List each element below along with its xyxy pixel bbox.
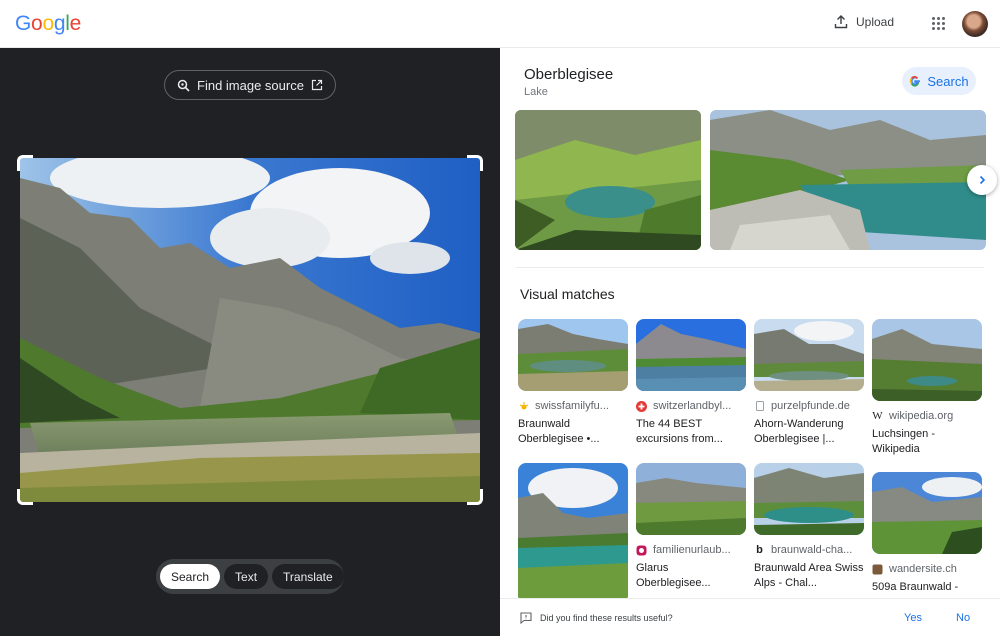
section-divider — [516, 267, 984, 268]
match-caption: Braunwald Oberblegisee •... — [518, 418, 600, 445]
match-caption: Braunwald Area Swiss Alps - Chal... — [754, 562, 864, 589]
visual-match-card[interactable]: familienurlaub... Glarus Oberblegisee... — [636, 463, 746, 591]
entity-image-2[interactable] — [710, 110, 986, 250]
feedback-question: Did you find these results useful? — [540, 613, 673, 623]
mode-switcher: Search Text Translate — [156, 559, 344, 594]
query-image-panel: Find image source Search Text Translate — [0, 48, 500, 636]
match-thumbnail — [754, 319, 864, 391]
entity-title[interactable]: Oberblegisee — [524, 66, 613, 83]
match-caption: Luchsingen - Wikipedia — [872, 428, 935, 455]
find-image-source-label: Find image source — [197, 77, 304, 93]
feedback-no-button[interactable]: No — [956, 612, 970, 624]
page-favicon-icon — [754, 401, 765, 412]
open-external-icon — [311, 79, 323, 91]
chevron-right-icon — [979, 175, 986, 185]
match-source: familienurlaub... — [653, 544, 731, 556]
match-thumbnail — [754, 463, 864, 535]
swiss-flag-icon — [636, 400, 647, 412]
tab-text[interactable]: Text — [224, 564, 269, 589]
match-caption: The 44 BEST excursions from... — [636, 418, 723, 445]
entity-image-1[interactable] — [515, 110, 701, 250]
site-favicon-icon: b — [756, 544, 763, 556]
results-panel: Oberblegisee Lake Search Visual matches … — [500, 48, 1000, 636]
apps-grid-icon[interactable] — [932, 17, 946, 31]
logo-letter: g — [53, 12, 66, 35]
visual-match-card[interactable]: wandersite.ch 509a Braunwald - — [872, 472, 982, 595]
tab-translate[interactable]: Translate — [272, 564, 344, 589]
query-photo — [20, 158, 480, 502]
visual-match-card[interactable]: Wwikipedia.org Luchsingen - Wikipedia — [872, 319, 982, 457]
match-caption: 509a Braunwald - — [872, 581, 959, 593]
upload-button[interactable]: Upload — [834, 15, 894, 29]
crop-handle-top-right[interactable] — [467, 155, 483, 171]
feedback-bar: Did you find these results useful? Yes N… — [500, 598, 1000, 636]
logo-letter: o — [42, 12, 54, 35]
search-chip-label: Search — [927, 73, 969, 89]
google-search-button[interactable]: Search — [902, 67, 976, 95]
crop-handle-bottom-left[interactable] — [17, 489, 33, 505]
find-image-source-button[interactable]: Find image source — [164, 70, 336, 100]
match-source: swissfamilyfu... — [535, 400, 609, 412]
match-thumbnail — [636, 463, 746, 535]
visual-match-card[interactable]: purzelpfunde.de Ahorn-Wanderung Oberbleg… — [754, 319, 864, 447]
crop-handle-top-left[interactable] — [17, 155, 33, 171]
top-bar: Google Upload — [0, 0, 1000, 48]
upload-label: Upload — [856, 15, 895, 29]
match-thumbnail — [518, 463, 628, 603]
site-favicon-icon — [518, 401, 529, 412]
avatar[interactable] — [962, 11, 988, 37]
visual-match-card[interactable]: swissfamilyfu... Braunwald Oberblegisee … — [518, 319, 628, 447]
entity-subtitle: Lake — [524, 86, 548, 98]
match-source: braunwald-cha... — [771, 544, 853, 556]
site-favicon-icon — [872, 564, 883, 575]
match-thumbnail — [636, 319, 746, 391]
match-thumbnail — [872, 319, 982, 401]
tab-search[interactable]: Search — [160, 564, 221, 589]
google-logo[interactable]: Google — [15, 12, 81, 36]
feedback-icon — [520, 612, 532, 624]
match-source: switzerlandbyl... — [653, 400, 732, 412]
logo-letter: o — [31, 12, 43, 35]
crop-handle-bottom-right[interactable] — [467, 489, 483, 505]
match-caption: Glarus Oberblegisee... — [636, 562, 711, 589]
match-source: purzelpfunde.de — [771, 400, 850, 412]
visual-match-card[interactable]: switzerlandbyl... The 44 BEST excursions… — [636, 319, 746, 447]
visual-matches-heading: Visual matches — [520, 286, 615, 302]
match-source: wikipedia.org — [889, 410, 954, 422]
match-thumbnail — [518, 319, 628, 391]
logo-letter: G — [15, 12, 32, 35]
match-caption: Ahorn-Wanderung Oberblegisee |... — [754, 418, 844, 445]
match-thumbnail — [872, 472, 982, 554]
wikipedia-icon: W — [872, 410, 883, 422]
lens-search-icon — [177, 79, 190, 92]
visual-match-card[interactable]: b braunwald-cha... Braunwald Area Swiss A… — [754, 463, 864, 591]
carousel-next-button[interactable] — [967, 165, 997, 195]
visual-match-card[interactable] — [518, 463, 628, 603]
match-source: wandersite.ch — [889, 563, 957, 575]
logo-letter: e — [69, 12, 82, 35]
google-g-icon — [910, 76, 921, 87]
site-favicon-icon — [636, 545, 647, 556]
upload-icon — [834, 15, 848, 29]
feedback-yes-button[interactable]: Yes — [904, 612, 922, 624]
